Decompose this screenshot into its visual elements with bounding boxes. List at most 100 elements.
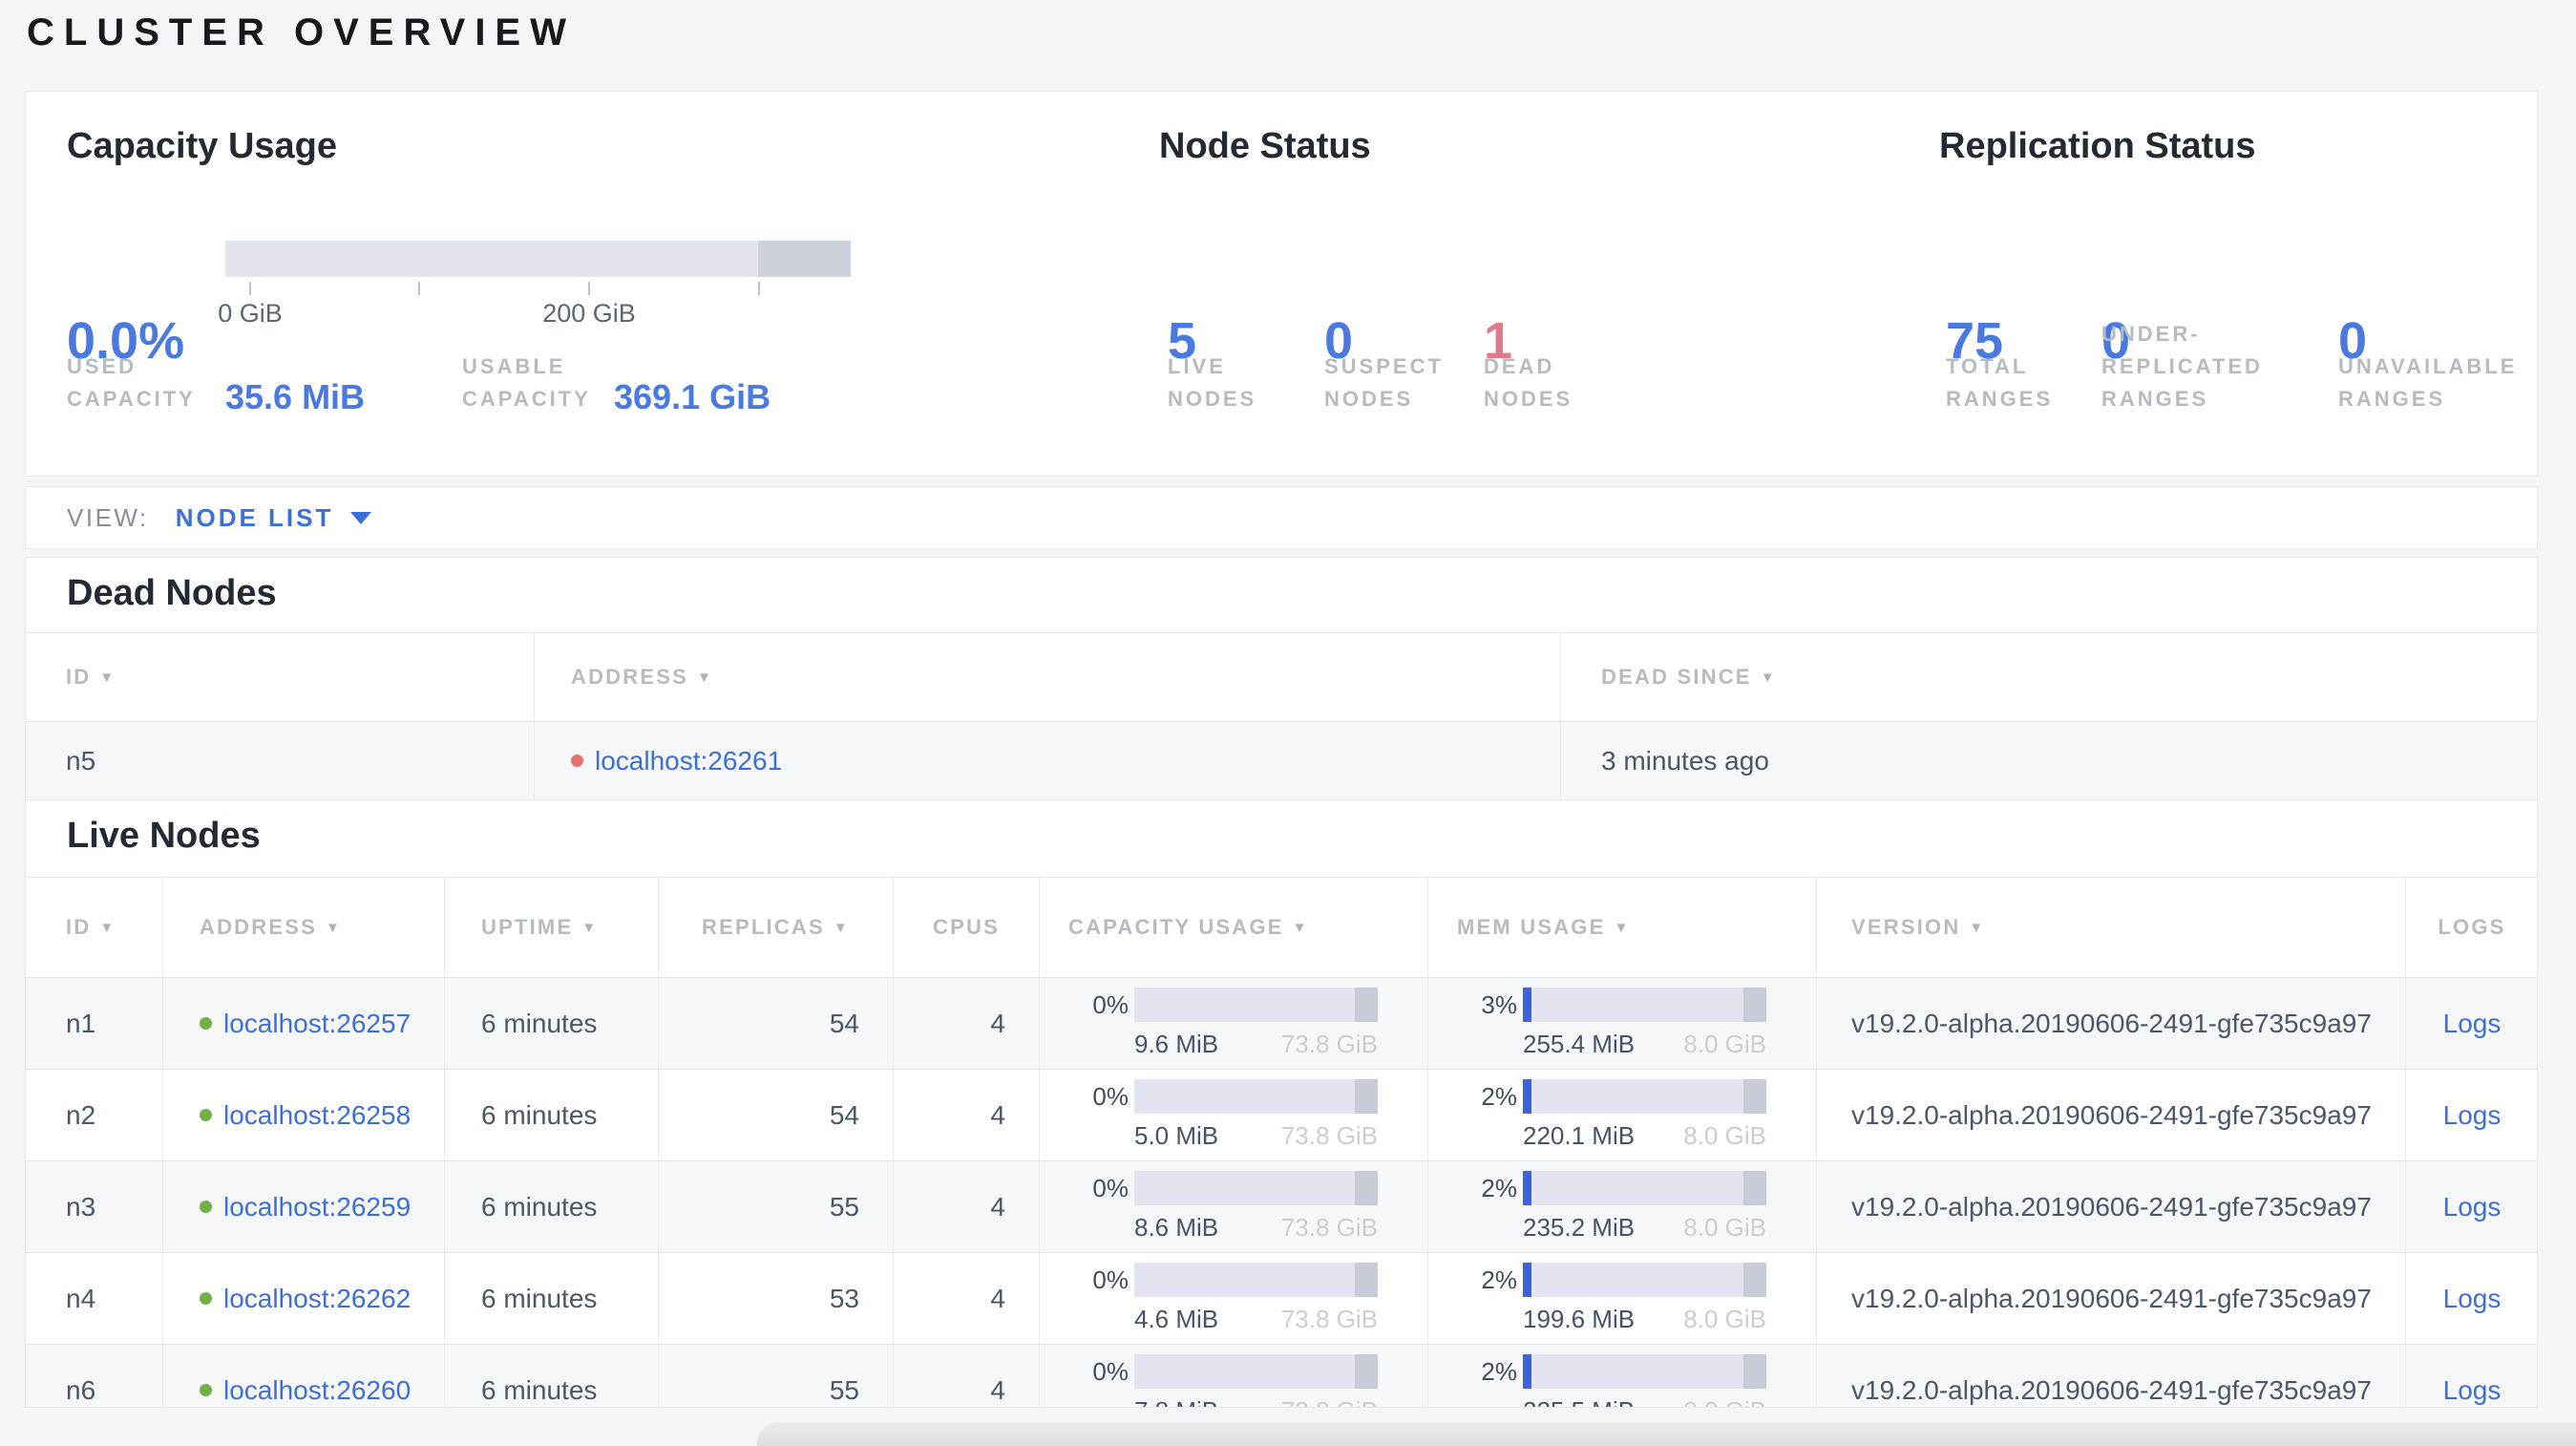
capacity-percent: 0% bbox=[1092, 1081, 1129, 1111]
view-dropdown[interactable]: NODE LIST bbox=[176, 503, 334, 533]
unavailable-ranges-label: UNAVAILABLE RANGES bbox=[2338, 354, 2518, 411]
sort-desc-icon: ▼ bbox=[1614, 919, 1631, 936]
sort-desc-icon: ▼ bbox=[99, 919, 116, 936]
node-id: n6 bbox=[26, 1345, 163, 1407]
capacity-usage-cell: 0% 8.6 MiB 73.8 GiB bbox=[1040, 1161, 1428, 1252]
sort-desc-icon: ▼ bbox=[99, 669, 116, 686]
column-header-address[interactable]: ADDRESS ▼ bbox=[535, 633, 1561, 721]
node-id: n4 bbox=[26, 1253, 163, 1344]
mem-used-value: 235.2 MiB bbox=[1523, 1213, 1636, 1242]
logs-link[interactable]: Logs bbox=[2443, 1375, 2502, 1406]
node-address-cell: localhost:26257 bbox=[163, 978, 445, 1069]
capacity-total-value: 73.8 GiB bbox=[1280, 1213, 1378, 1242]
replicas-value: 54 bbox=[659, 978, 894, 1069]
column-header-version[interactable]: VERSION ▼ bbox=[1817, 878, 2406, 977]
logs-cell: Logs bbox=[2406, 1345, 2537, 1407]
capacity-usage-cell: 0% 9.6 MiB 73.8 GiB bbox=[1040, 978, 1428, 1069]
capacity-usage-title: Capacity Usage bbox=[67, 126, 338, 166]
mem-usage-cell: 2% 235.2 MiB 8.0 GiB bbox=[1428, 1161, 1817, 1252]
table-row: n4 localhost:26262 6 minutes 53 4 0% 4.6… bbox=[26, 1252, 2537, 1344]
column-header-id[interactable]: ID ▼ bbox=[26, 633, 535, 721]
node-address-link[interactable]: localhost:26259 bbox=[223, 1192, 411, 1223]
view-label: VIEW: bbox=[67, 502, 149, 532]
logs-cell: Logs bbox=[2406, 1253, 2537, 1344]
mem-usage-cell: 2% 199.6 MiB 8.0 GiB bbox=[1428, 1253, 1817, 1344]
capacity-percent: 0% bbox=[1092, 1356, 1129, 1386]
cpus-value: 4 bbox=[894, 1070, 1040, 1160]
version-value: v19.2.0-alpha.20190606-2491-gfe735c9a97 bbox=[1817, 1070, 2406, 1160]
node-id: n2 bbox=[26, 1070, 163, 1160]
logs-link[interactable]: Logs bbox=[2443, 1192, 2502, 1223]
node-address-cell: localhost:26262 bbox=[163, 1253, 445, 1344]
sort-desc-icon: ▼ bbox=[696, 669, 714, 686]
mem-used-value: 225.5 MiB bbox=[1523, 1396, 1635, 1407]
nodes-tables-panel: Dead Nodes ID ▼ ADDRESS ▼ DEAD SINCE ▼ n5 l… bbox=[25, 557, 2538, 1408]
mem-total-value: 8.0 GiB bbox=[1683, 1213, 1766, 1242]
column-header-uptime[interactable]: UPTIME ▼ bbox=[445, 878, 659, 977]
column-header-mem-usage[interactable]: MEM USAGE ▼ bbox=[1428, 878, 1817, 977]
mem-bar bbox=[1523, 1171, 1767, 1205]
capacity-used-value: 7.8 MiB bbox=[1134, 1396, 1218, 1407]
dead-status-icon bbox=[571, 755, 583, 767]
column-header-address[interactable]: ADDRESS ▼ bbox=[163, 878, 445, 977]
version-value: v19.2.0-alpha.20190606-2491-gfe735c9a97 bbox=[1817, 1345, 2406, 1407]
version-value: v19.2.0-alpha.20190606-2491-gfe735c9a97 bbox=[1817, 1161, 2406, 1252]
table-row: n3 localhost:26259 6 minutes 55 4 0% 8.6… bbox=[26, 1160, 2537, 1252]
node-address-cell: localhost:26261 bbox=[535, 722, 1561, 799]
node-address-cell: localhost:26258 bbox=[163, 1070, 445, 1160]
column-header-cpus[interactable]: CPUS bbox=[894, 878, 1040, 977]
node-address-link[interactable]: localhost:26262 bbox=[223, 1284, 411, 1314]
mem-percent: 2% bbox=[1481, 1081, 1517, 1111]
logs-link[interactable]: Logs bbox=[2443, 1284, 2502, 1314]
mem-total-value: 8.0 GiB bbox=[1683, 1121, 1766, 1150]
logs-cell: Logs bbox=[2406, 1161, 2537, 1252]
table-row: n1 localhost:26257 6 minutes 54 4 0% 9.6… bbox=[26, 977, 2537, 1069]
node-address-link[interactable]: localhost:26261 bbox=[595, 746, 782, 776]
under-replicated-ranges-label: UNDER-REPLICATED RANGES bbox=[2101, 322, 2263, 411]
node-address-link[interactable]: localhost:26260 bbox=[223, 1375, 411, 1406]
logs-cell: Logs bbox=[2406, 1070, 2537, 1160]
column-header-dead-since[interactable]: DEAD SINCE ▼ bbox=[1561, 633, 2537, 721]
replication-status-title: Replication Status bbox=[1939, 126, 2256, 166]
cpus-value: 4 bbox=[894, 978, 1040, 1069]
axis-tick bbox=[249, 282, 251, 295]
capacity-total-value: 73.8 GiB bbox=[1280, 1305, 1378, 1333]
replicas-value: 53 bbox=[659, 1253, 894, 1344]
mem-used-value: 220.1 MiB bbox=[1523, 1121, 1636, 1150]
logs-cell: Logs bbox=[2406, 978, 2537, 1069]
usable-capacity-value: 369.1 GiB bbox=[614, 377, 771, 416]
sort-desc-icon: ▼ bbox=[1969, 919, 1986, 936]
axis-tick bbox=[588, 282, 590, 295]
live-status-icon bbox=[200, 1017, 212, 1030]
mem-total-value: 8.0 GiB bbox=[1683, 1396, 1766, 1407]
mem-usage-cell: 2% 220.1 MiB 8.0 GiB bbox=[1428, 1070, 1817, 1160]
node-status-title: Node Status bbox=[1159, 126, 1371, 166]
uptime-value: 6 minutes bbox=[445, 1161, 659, 1252]
capacity-total-value: 73.8 GiB bbox=[1281, 1396, 1378, 1407]
column-header-id[interactable]: ID ▼ bbox=[26, 878, 163, 977]
cluster-summary-panel: Capacity Usage 0.0% 0 GiB 200 GiB USED C… bbox=[25, 91, 2538, 477]
node-id: n1 bbox=[26, 978, 163, 1069]
capacity-bar bbox=[1134, 1079, 1379, 1114]
capacity-bar bbox=[1134, 1171, 1379, 1205]
chevron-down-icon[interactable] bbox=[350, 511, 372, 524]
capacity-used-value: 9.6 MiB bbox=[1134, 1030, 1219, 1058]
version-value: v19.2.0-alpha.20190606-2491-gfe735c9a97 bbox=[1817, 1253, 2406, 1344]
view-selector-bar: VIEW: NODE LIST bbox=[25, 486, 2538, 549]
sort-desc-icon: ▼ bbox=[581, 919, 599, 936]
replicas-value: 55 bbox=[659, 1161, 894, 1252]
node-address-link[interactable]: localhost:26257 bbox=[223, 1009, 411, 1039]
column-header-capacity-usage[interactable]: CAPACITY USAGE ▼ bbox=[1040, 878, 1428, 977]
total-ranges-label: TOTAL RANGES bbox=[1946, 354, 2054, 411]
capacity-total-value: 73.8 GiB bbox=[1280, 1030, 1378, 1058]
column-header-replicas[interactable]: REPLICAS ▼ bbox=[659, 878, 894, 977]
sort-desc-icon: ▼ bbox=[1292, 919, 1309, 936]
suspect-nodes-label: SUSPECT NODES bbox=[1324, 354, 1444, 411]
dead-nodes-heading: Dead Nodes bbox=[67, 573, 277, 613]
cpus-value: 4 bbox=[894, 1161, 1040, 1252]
logs-link[interactable]: Logs bbox=[2443, 1100, 2502, 1131]
logs-link[interactable]: Logs bbox=[2443, 1009, 2502, 1039]
node-address-cell: localhost:26259 bbox=[163, 1161, 445, 1252]
node-address-link[interactable]: localhost:26258 bbox=[223, 1100, 411, 1131]
mem-total-value: 8.0 GiB bbox=[1683, 1305, 1766, 1333]
